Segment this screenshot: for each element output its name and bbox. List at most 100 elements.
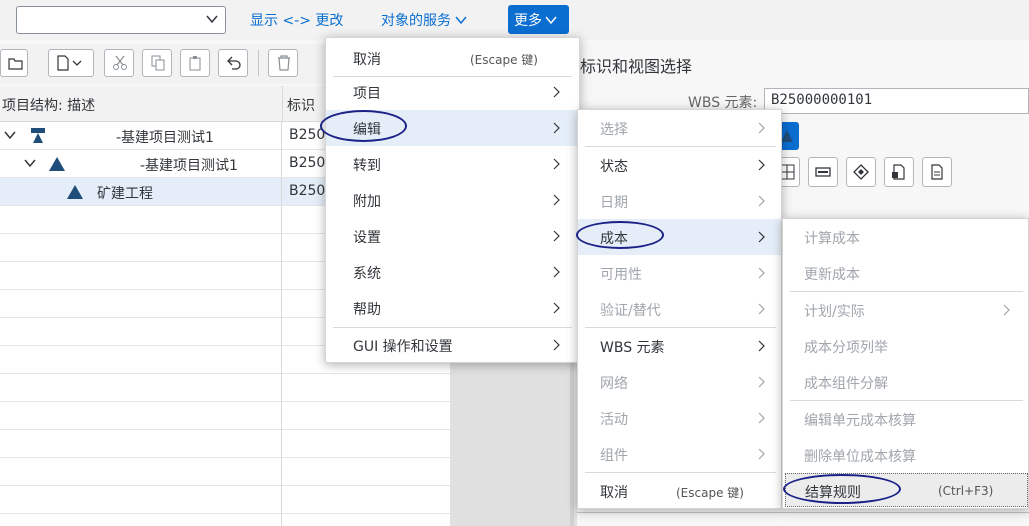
command-dropdown[interactable]: [16, 6, 226, 34]
view-button-2[interactable]: [808, 157, 838, 187]
wbs-element-icon: [67, 185, 83, 199]
menu-item-extras[interactable]: 附加: [326, 182, 579, 218]
row-id: B250: [289, 127, 326, 143]
menu-item-label: 转到: [353, 158, 381, 174]
chevron-right-icon: [758, 267, 765, 279]
menu-item-cancel[interactable]: 取消 (Escape 键): [326, 40, 579, 76]
menu-item-cancel[interactable]: 取消 (Escape 键): [578, 473, 781, 509]
menu-item-label: 删除单位成本核算: [804, 449, 916, 465]
table-row: [0, 430, 450, 458]
menu-item-settings[interactable]: 设置: [326, 218, 579, 254]
chevron-right-icon: [553, 122, 560, 134]
menu-item-help[interactable]: 帮助: [326, 290, 579, 326]
menu-item-label: 可用性: [600, 267, 642, 283]
copy-button[interactable]: [142, 49, 172, 77]
menu-item-label: 取消: [600, 485, 628, 501]
table-row: [0, 402, 450, 430]
menu-item-cost-component-split[interactable]: 成本组件分解: [783, 364, 1028, 400]
menu-item-activity[interactable]: 活动: [578, 400, 781, 436]
menu-item-update-costs[interactable]: 更新成本: [783, 255, 1028, 291]
menu-item-label: 更新成本: [804, 267, 860, 283]
menu-item-plan-actual[interactable]: 计划/实际: [783, 292, 1028, 328]
open-icon-button[interactable]: [0, 49, 28, 77]
menu-item-network[interactable]: 网络: [578, 364, 781, 400]
chevron-right-icon: [553, 302, 560, 314]
more-button[interactable]: 更多: [508, 5, 569, 34]
menu-item-select[interactable]: 选择: [578, 110, 781, 146]
delete-button[interactable]: [268, 49, 298, 77]
view-button-5[interactable]: [922, 157, 952, 187]
menu-item-availability[interactable]: 可用性: [578, 255, 781, 291]
menu-item-label: 验证/替代: [600, 303, 661, 319]
menu-item-label: 帮助: [353, 302, 381, 318]
menu-item-label: WBS 元素: [600, 340, 665, 356]
menu-item-label: 成本分项列举: [804, 340, 888, 356]
chevron-right-icon: [758, 122, 765, 134]
menu-item-cost-itemization[interactable]: 成本分项列举: [783, 328, 1028, 364]
menu-item-shortcut: (Escape 键): [676, 486, 744, 500]
menu-item-label: 计划/实际: [804, 304, 865, 320]
undo-button[interactable]: [218, 49, 248, 77]
menu-item-goto[interactable]: 转到: [326, 146, 579, 182]
chevron-right-icon: [553, 266, 560, 278]
column-divider: [281, 122, 282, 526]
view-button-3[interactable]: [846, 157, 876, 187]
menu-item-status[interactable]: 状态: [578, 147, 781, 183]
menu-item-component[interactable]: 组件: [578, 436, 781, 472]
chevron-right-icon: [758, 231, 765, 243]
chevron-right-icon: [758, 159, 765, 171]
view-button-4[interactable]: [884, 157, 914, 187]
table-row: [0, 458, 450, 486]
menu-item-project[interactable]: 项目: [326, 74, 579, 110]
menu-item-label: 项目: [353, 86, 381, 102]
icon-toolbar: [0, 44, 330, 84]
menu-item-wbs-element[interactable]: WBS 元素: [578, 328, 781, 364]
menu-item-label: 设置: [353, 230, 381, 246]
menu-item-shortcut: (Ctrl+F3): [938, 484, 994, 498]
menu-item-label: 日期: [600, 195, 628, 211]
chevron-down-icon[interactable]: [24, 158, 36, 168]
row-description: -基建项目测试1: [140, 158, 238, 174]
menu-item-edit-unit-costing[interactable]: 编辑单元成本核算: [783, 401, 1028, 437]
menu-item-system[interactable]: 系统: [326, 254, 579, 290]
object-services-link[interactable]: 对象的服务: [381, 10, 468, 30]
menu-item-label: 计算成本: [804, 231, 860, 247]
annotation-oval: [320, 110, 407, 142]
chevron-down-icon: [206, 15, 218, 24]
menu-item-label: 网络: [600, 376, 628, 392]
menu-item-label: GUI 操作和设置: [353, 339, 453, 355]
document-chart-icon: [892, 164, 905, 180]
chevron-right-icon: [758, 376, 765, 388]
menu-item-delete-unit-costing[interactable]: 删除单位成本核算: [783, 437, 1028, 473]
chevron-right-icon: [758, 340, 765, 352]
display-change-link[interactable]: 显示 <-> 更改: [250, 10, 343, 30]
chevron-right-icon: [758, 195, 765, 207]
project-definition-icon: [31, 128, 45, 143]
wbs-element-field[interactable]: B25000000101: [764, 88, 1029, 114]
menu-item-shortcut: (Escape 键): [470, 53, 538, 67]
detail-title: 标识和视图选择: [580, 57, 693, 76]
menu-item-dates[interactable]: 日期: [578, 183, 781, 219]
menu-item-validation[interactable]: 验证/替代: [578, 291, 781, 327]
menu-item-label: 系统: [353, 266, 381, 282]
annotation-oval: [576, 221, 664, 249]
menu-item-label: 状态: [600, 159, 628, 175]
chevron-right-icon: [758, 412, 765, 424]
menu-item-calculate-costs[interactable]: 计算成本: [783, 219, 1028, 255]
chevron-down-icon[interactable]: [4, 130, 16, 140]
chevron-right-icon: [553, 86, 560, 98]
undo-icon: [227, 56, 241, 70]
table-row: [0, 486, 450, 514]
folder-open-icon: [8, 58, 23, 70]
paste-button[interactable]: [180, 49, 210, 77]
chevron-down-icon: [545, 16, 557, 25]
column-header-structure[interactable]: 项目结构: 描述: [0, 86, 282, 122]
costs-submenu: 计算成本 更新成本 计划/实际 成本分项列举 成本组件分解 编辑单元成本核算 删…: [782, 218, 1029, 509]
new-document-button[interactable]: [48, 49, 94, 77]
menu-item-label: 取消: [353, 52, 381, 68]
menu-item-gui-settings[interactable]: GUI 操作和设置: [326, 327, 579, 363]
row-description: 矿建工程: [97, 186, 153, 202]
toolbar-divider: [258, 50, 259, 76]
cut-button[interactable]: [104, 49, 134, 77]
chevron-right-icon: [553, 194, 560, 206]
